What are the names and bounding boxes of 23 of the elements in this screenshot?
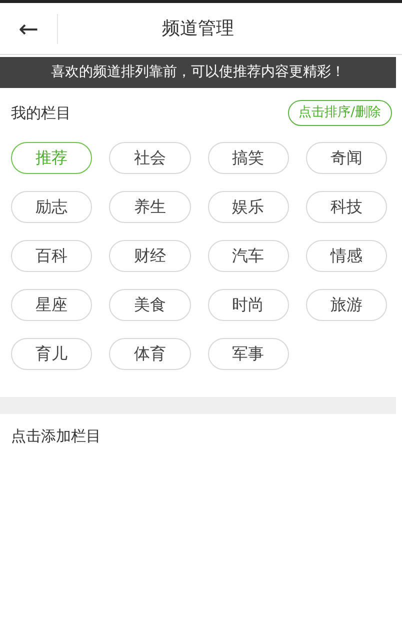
- channel-chip[interactable]: 育儿: [11, 338, 92, 370]
- channel-chip[interactable]: 美食: [109, 289, 190, 321]
- channel-chip[interactable]: 星座: [11, 289, 92, 321]
- channel-chip[interactable]: 财经: [109, 240, 190, 272]
- channel-chip[interactable]: 娱乐: [208, 191, 289, 223]
- channel-chip[interactable]: 时尚: [208, 289, 289, 321]
- channel-chip[interactable]: 科技: [306, 191, 387, 223]
- channel-chip[interactable]: 励志: [11, 191, 92, 223]
- channel-chip[interactable]: 军事: [208, 338, 289, 370]
- channel-chip[interactable]: 百科: [11, 240, 92, 272]
- channel-chip[interactable]: 体育: [109, 338, 190, 370]
- channel-chip[interactable]: 社会: [109, 142, 190, 174]
- section-title: 点击添加栏目: [11, 427, 101, 445]
- channel-chip[interactable]: 奇闻: [306, 142, 387, 174]
- back-button[interactable]: ←: [0, 14, 58, 44]
- channel-chip[interactable]: 搞笑: [208, 142, 289, 174]
- page-title: 频道管理: [161, 17, 235, 41]
- channel-chip[interactable]: 情感: [306, 240, 387, 272]
- channel-chip[interactable]: 汽车: [208, 240, 289, 272]
- channel-chip[interactable]: 旅游: [306, 289, 387, 321]
- tip-banner: 喜欢的频道排列靠前，可以使推荐内容更精彩！: [0, 57, 396, 88]
- section-title: 我的栏目: [11, 102, 71, 124]
- channel-chip[interactable]: 养生: [109, 191, 190, 223]
